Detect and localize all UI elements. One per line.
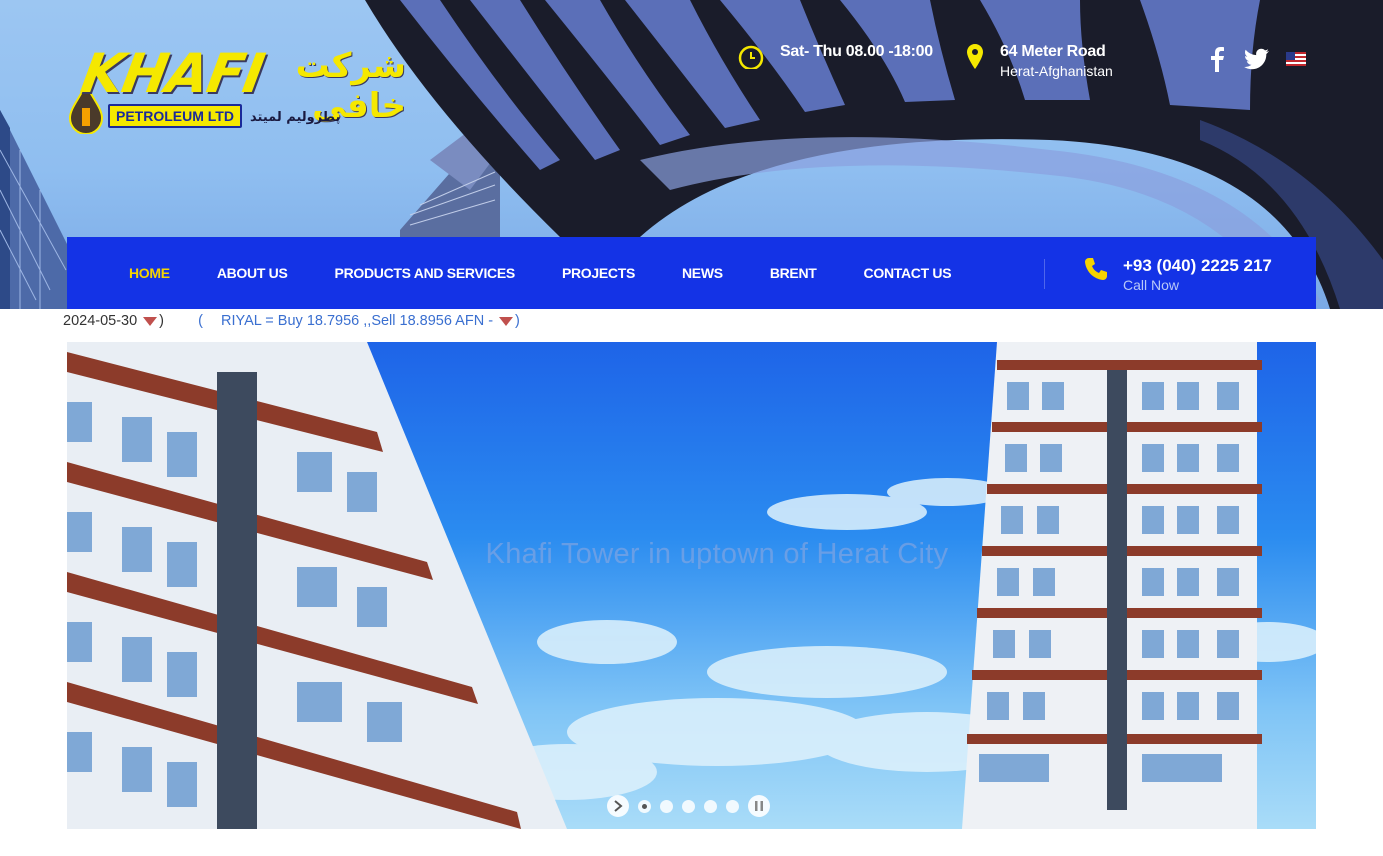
phone-icon: [1085, 258, 1107, 280]
slide-image: [67, 342, 1316, 829]
slider-controls: [607, 795, 770, 817]
opening-hours: Sat- Thu 08.00 -18:00: [738, 43, 933, 69]
nav-products-and-services[interactable]: PRODUCTS AND SERVICES: [335, 265, 516, 281]
main-navigation: HOME ABOUT US PRODUCTS AND SERVICES PROJ…: [67, 237, 1316, 309]
down-arrow-icon: [143, 316, 158, 326]
exchange-rate-text: RIYAL = Buy 18.7956 ,,Sell 18.8956 AFN -: [220, 313, 494, 329]
ticker-close-paren: ): [515, 313, 520, 329]
nav-contact-us[interactable]: CONTACT US: [864, 265, 952, 281]
slide-dot-1[interactable]: [638, 799, 651, 813]
call-now-label: Call Now: [1123, 277, 1180, 293]
chevron-right-icon: [614, 800, 623, 812]
nav-about-us[interactable]: ABOUT US: [217, 265, 288, 281]
nav-news[interactable]: NEWS: [682, 265, 723, 281]
phone-contact[interactable]: +93 (040) 2225 217 Call Now: [1083, 256, 1272, 294]
hours-text: Sat- Thu 08.00 -18:00: [780, 43, 933, 60]
ticker-close-paren: ): [159, 313, 165, 329]
address-line1: 64 Meter Road: [1000, 43, 1106, 60]
company-logo[interactable]: KHAFI PETROLEUM LTD شرکت خافی پطرولیم لم…: [66, 42, 406, 136]
nav-projects[interactable]: PROJECTS: [562, 265, 635, 281]
slide-dot-5[interactable]: [726, 799, 739, 813]
address-block: 64 Meter Road Herat-Afghanistan: [966, 43, 1113, 81]
nav-menu: HOME ABOUT US PRODUCTS AND SERVICES PROJ…: [129, 237, 998, 309]
slide-dot-2[interactable]: [660, 799, 673, 813]
nav-home[interactable]: HOME: [129, 265, 170, 281]
address-line2: Herat-Afghanistan: [1000, 63, 1113, 79]
nav-divider: [1044, 259, 1045, 289]
next-slide-button[interactable]: [607, 795, 629, 817]
ticker-open-paren: (: [198, 313, 203, 329]
twitter-icon[interactable]: [1244, 48, 1270, 70]
logo-wordmark: KHAFI: [76, 42, 269, 105]
logo-arabic-subtitle: پطرولیم لمیتد: [250, 110, 341, 125]
currency-ticker: 2024-05-30) ( RIYAL = Buy 18.7956 ,,Sell…: [63, 311, 520, 331]
nav-brent[interactable]: BRENT: [770, 265, 817, 281]
slide-dot-3[interactable]: [682, 799, 695, 813]
ticker-date: 2024-05-30: [63, 313, 138, 329]
map-pin-icon: [967, 44, 983, 69]
down-arrow-icon: [499, 316, 514, 326]
pause-slider-button[interactable]: [748, 795, 770, 817]
clock-icon: [738, 45, 764, 69]
hero-slider[interactable]: Khafi Tower in uptown of Herat City: [67, 342, 1316, 829]
phone-number[interactable]: +93 (040) 2225 217: [1123, 256, 1272, 276]
slide-caption: Khafi Tower in uptown of Herat City: [485, 538, 949, 570]
pause-icon: [755, 801, 763, 811]
facebook-icon[interactable]: [1206, 46, 1228, 72]
logo-subtitle: PETROLEUM LTD: [108, 104, 242, 128]
slide-dot-4[interactable]: [704, 799, 717, 813]
social-links: [1206, 46, 1306, 72]
us-flag-icon[interactable]: [1286, 52, 1306, 66]
